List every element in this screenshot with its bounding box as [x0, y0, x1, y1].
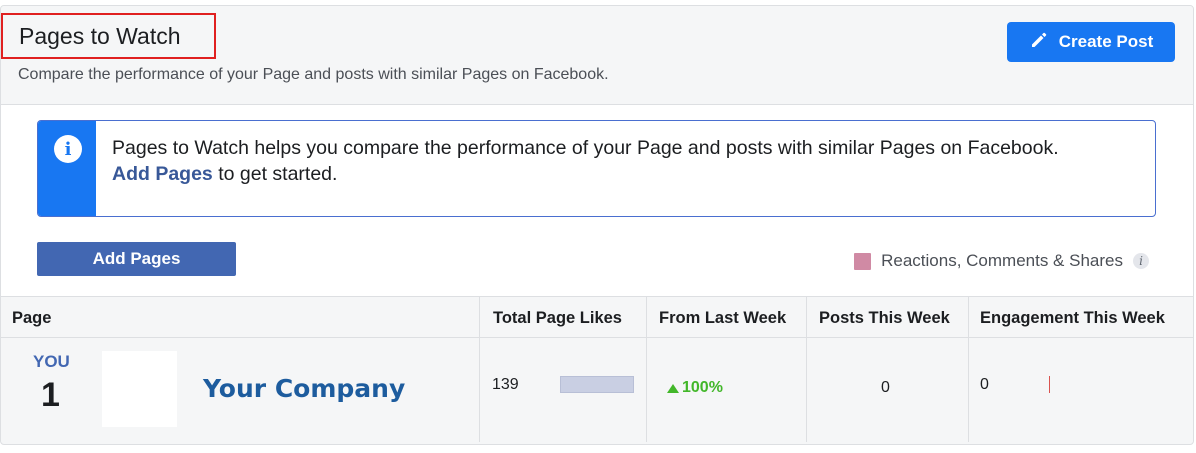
page-title: Pages to Watch	[1, 13, 216, 59]
column-header-posts: Posts This Week	[819, 308, 950, 327]
info-icon: i	[54, 135, 82, 163]
page-thumbnail[interactable]	[102, 351, 177, 427]
arrow-up-icon	[667, 383, 679, 393]
column-divider	[806, 297, 807, 339]
column-divider	[646, 338, 647, 442]
legend-info-icon[interactable]: i	[1133, 253, 1149, 269]
create-post-label: Create Post	[1058, 32, 1154, 51]
change-indicator: 100%	[667, 379, 723, 397]
pencil-icon	[1029, 30, 1049, 55]
info-message: Pages to Watch helps you compare the per…	[112, 137, 1059, 159]
page-subtitle: Compare the performance of your Page and…	[18, 66, 609, 83]
column-divider	[479, 338, 480, 442]
page-name[interactable]: Your Company	[203, 374, 405, 403]
posts-value: 0	[881, 379, 890, 396]
chart-legend: Reactions, Comments & Shares i	[854, 251, 1149, 271]
info-link-suffix: to get started.	[218, 163, 338, 185]
column-divider	[479, 297, 480, 339]
table-header: Page Total Page Likes From Last Week Pos…	[1, 296, 1193, 339]
panel-body: i Pages to Watch helps you compare the p…	[1, 105, 1193, 299]
create-post-button[interactable]: Create Post	[1007, 22, 1175, 62]
legend-swatch	[854, 252, 872, 270]
you-badge: YOU	[33, 352, 70, 371]
rank-number: 1	[41, 376, 60, 414]
column-divider	[968, 338, 969, 442]
add-pages-link[interactable]: Add Pages	[112, 163, 213, 185]
total-likes-bar	[560, 376, 634, 393]
engagement-value: 0	[980, 376, 989, 393]
column-divider	[806, 338, 807, 442]
panel-header: Pages to Watch Compare the performance o…	[1, 6, 1193, 105]
column-header-total-likes: Total Page Likes	[493, 308, 622, 327]
column-divider	[968, 297, 969, 339]
column-header-from-last-week: From Last Week	[659, 308, 787, 327]
pages-to-watch-panel: Pages to Watch Compare the performance o…	[0, 5, 1194, 445]
table-row: YOU 1 Your Company 139 100% 0 0	[1, 338, 1193, 442]
info-text: Pages to Watch helps you compare the per…	[112, 135, 1142, 187]
column-header-page: Page	[12, 308, 52, 327]
comparison-table: Page Total Page Likes From Last Week Pos…	[1, 296, 1193, 442]
engagement-bar	[1049, 376, 1050, 393]
info-strip: i	[38, 121, 96, 216]
add-pages-button[interactable]: Add Pages	[37, 242, 236, 276]
legend-label: Reactions, Comments & Shares	[881, 251, 1123, 270]
total-likes-value: 139	[492, 376, 519, 393]
column-header-engagement: Engagement This Week	[980, 308, 1165, 327]
change-value: 100%	[682, 379, 723, 396]
info-callout: i Pages to Watch helps you compare the p…	[37, 120, 1156, 217]
column-divider	[646, 297, 647, 339]
